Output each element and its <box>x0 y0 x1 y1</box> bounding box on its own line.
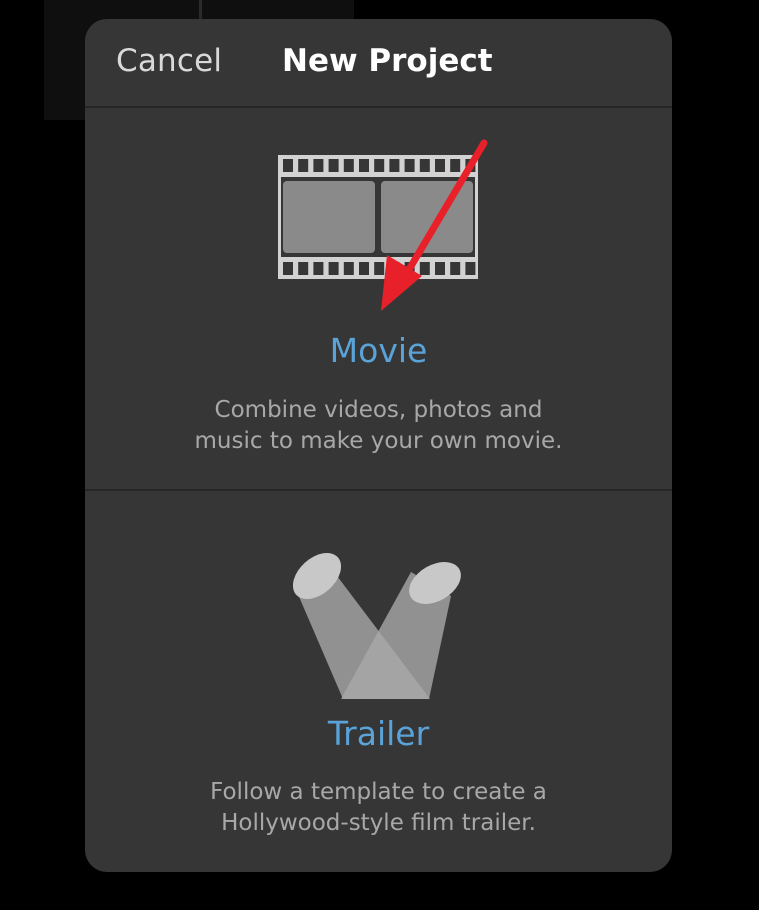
movie-description-line-1: Combine videos, photos and <box>214 397 543 423</box>
trailer-description-line-1: Follow a template to create a <box>210 779 547 805</box>
movie-option[interactable]: Movie Combine videos, photos and music t… <box>85 109 672 489</box>
movie-description-line-2: music to make your own movie. <box>194 428 563 454</box>
movie-label: Movie <box>329 331 428 370</box>
trailer-description-line-2: Hollywood-style film trailer. <box>221 810 536 836</box>
movie-description: Combine videos, photos and music to make… <box>85 395 672 457</box>
sheet-header: Cancel New Project <box>85 19 672 107</box>
trailer-label: Trailer <box>327 714 430 753</box>
trailer-option[interactable]: Trailer Follow a template to create a Ho… <box>85 492 672 872</box>
new-project-sheet: Cancel New Project Movie Combine videos,… <box>85 19 672 872</box>
header-divider <box>85 106 672 108</box>
trailer-description: Follow a template to create a Hollywood-… <box>85 777 672 839</box>
film-strip-icon <box>278 155 478 279</box>
cancel-button[interactable]: Cancel <box>116 43 222 79</box>
spotlights-icon <box>292 552 461 699</box>
sheet-title: New Project <box>282 43 493 79</box>
option-divider <box>85 489 672 491</box>
